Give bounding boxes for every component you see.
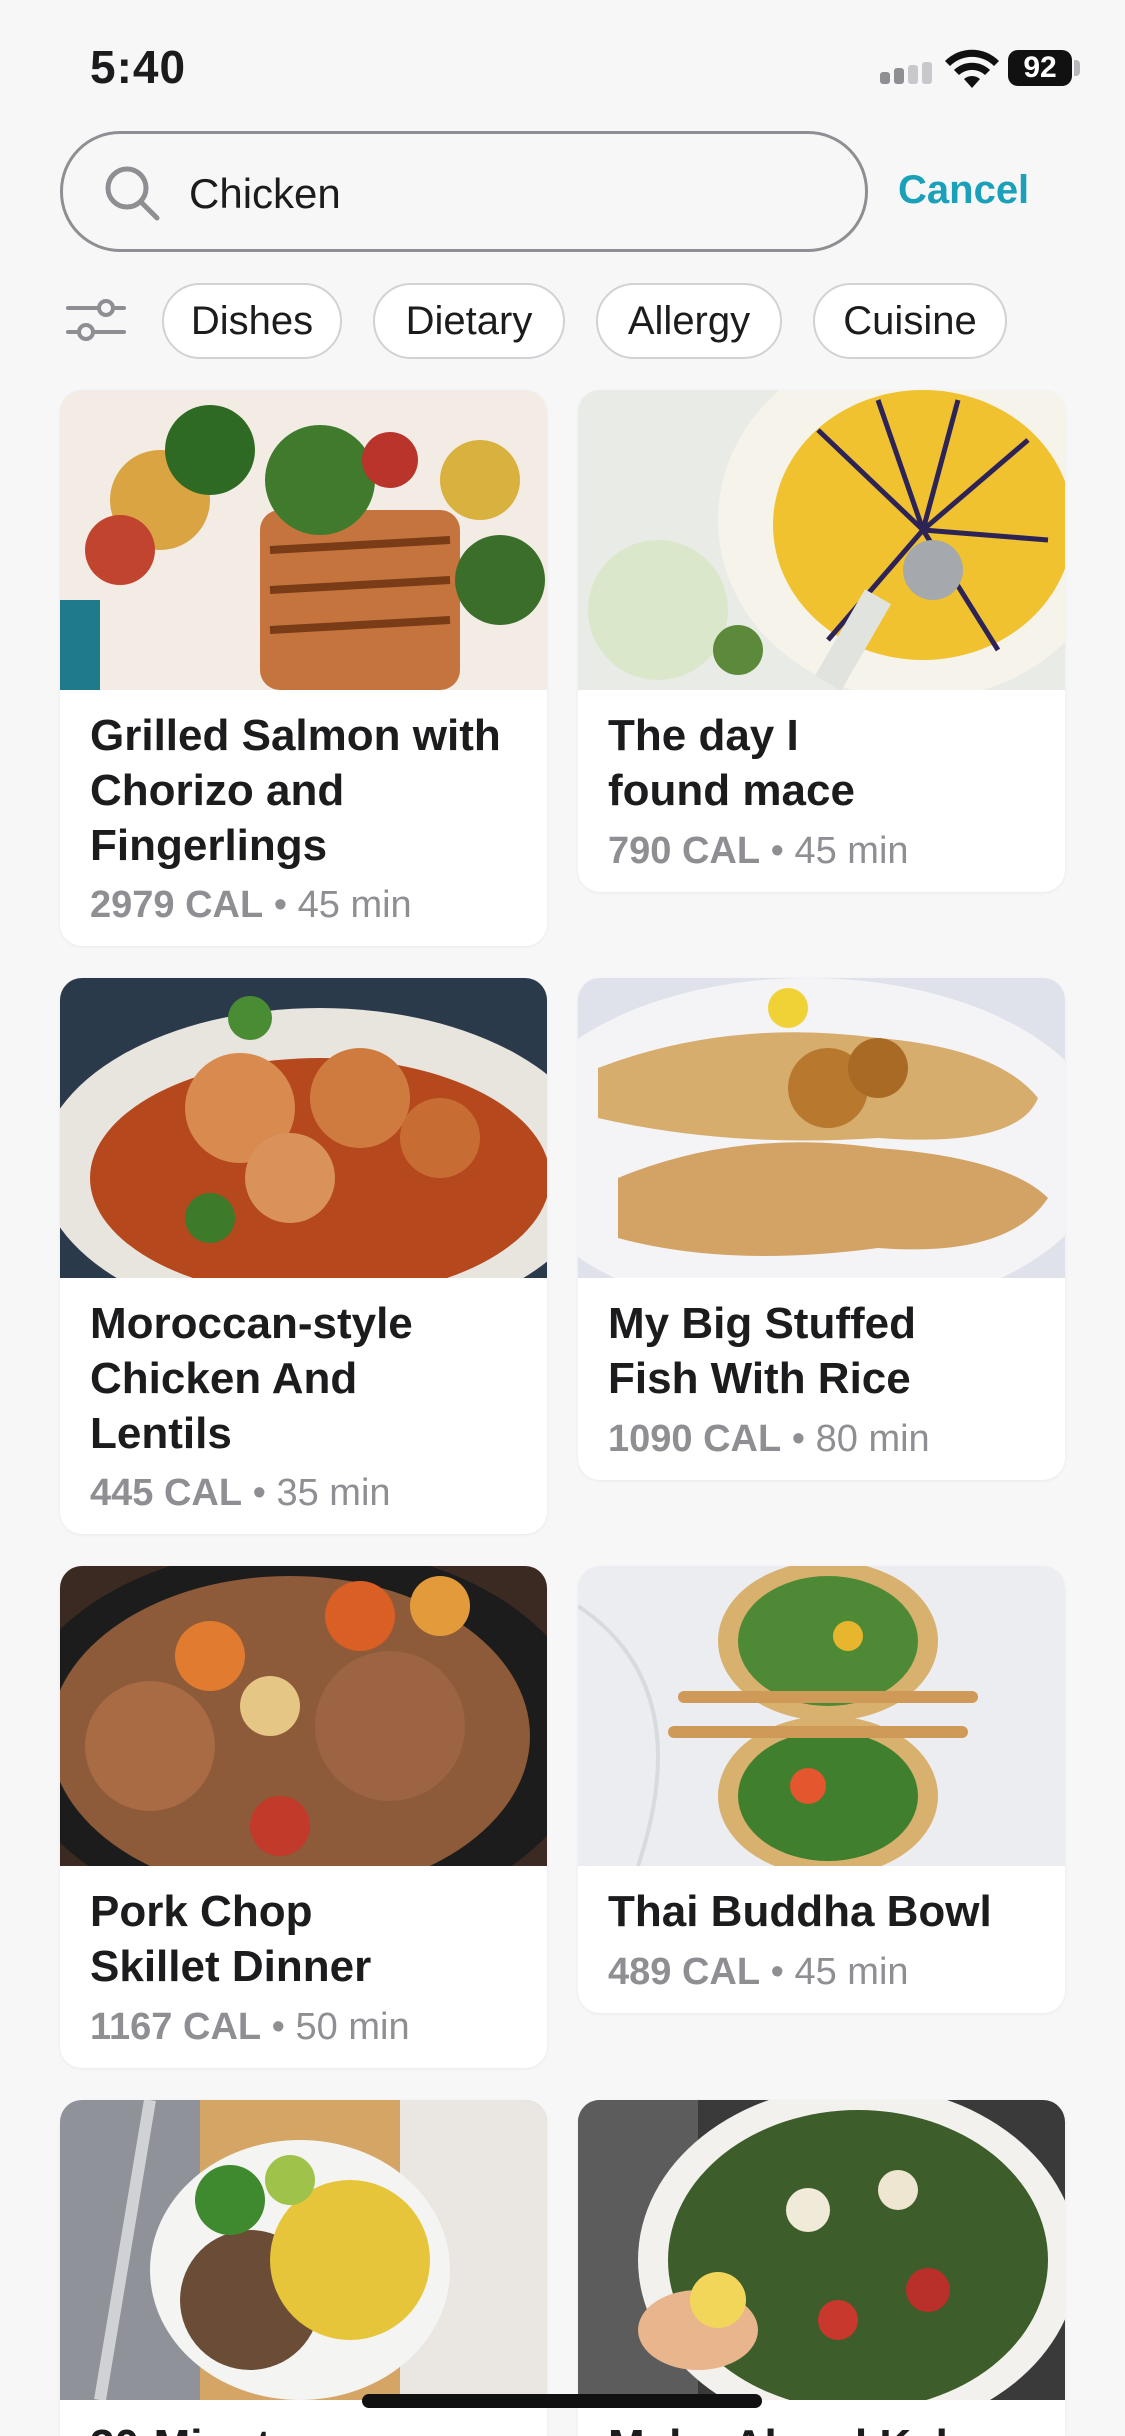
search-input[interactable]: Chicken	[60, 131, 868, 252]
meta-separator: •	[781, 1418, 816, 1460]
recipe-calories: 1090 CAL	[608, 1418, 782, 1460]
recipe-meta: 489 CAL • 45 min	[608, 1951, 909, 1994]
cellular-signal-icon	[880, 62, 932, 84]
recipe-calories: 790 CAL	[608, 830, 761, 872]
recipe-card[interactable]: Pork Chop Skillet Dinner 1167 CAL • 50 m…	[60, 1566, 547, 2068]
recipe-meta: 445 CAL • 35 min	[90, 1472, 391, 1515]
recipe-image	[578, 2100, 1065, 2400]
search-query-text[interactable]: Chicken	[189, 170, 341, 218]
recipe-card[interactable]: Moroccan-style Chicken And Lentils 445 C…	[60, 978, 547, 1534]
status-time: 5:40	[90, 41, 187, 93]
cancel-button[interactable]: Cancel	[898, 168, 1029, 213]
recipe-title: 30-Minute	[90, 2418, 530, 2436]
recipe-title: Thai Buddha Bowl	[608, 1887, 992, 1936]
recipe-card[interactable]: The day I found mace 790 CAL • 45 min	[578, 390, 1065, 892]
recipe-time: 45 min	[794, 830, 909, 872]
recipe-title: Grilled Salmon with Chorizo and Fingerli…	[90, 711, 501, 870]
recipe-meta: 2979 CAL • 45 min	[90, 884, 412, 927]
recipe-card[interactable]: Make-Ahead Kale	[578, 2100, 1065, 2436]
battery-icon: 92	[1008, 50, 1072, 86]
recipe-calories: 1167 CAL	[90, 2006, 262, 2048]
recipe-title: Make-Ahead Kale	[608, 2418, 1048, 2436]
recipe-time: 50 min	[295, 2006, 410, 2048]
filter-chip-cuisine[interactable]: Cuisine	[813, 283, 1007, 359]
recipe-card[interactable]: 30-Minute	[60, 2100, 547, 2436]
battery-tip	[1074, 60, 1080, 76]
recipe-card[interactable]: Grilled Salmon with Chorizo and Fingerli…	[60, 390, 547, 946]
meta-separator: •	[263, 884, 298, 926]
recipe-title: Pork Chop Skillet Dinner	[90, 1887, 372, 1991]
meta-separator: •	[261, 2006, 296, 2048]
meta-separator: •	[760, 1951, 795, 1993]
recipe-image	[578, 390, 1065, 690]
recipe-time: 45 min	[794, 1951, 909, 1993]
recipe-time: 45 min	[297, 884, 412, 926]
home-indicator[interactable]	[362, 2394, 762, 2408]
search-icon	[105, 166, 160, 221]
recipe-image	[60, 390, 547, 690]
meta-separator: •	[242, 1472, 277, 1514]
recipe-title: My Big Stuffed Fish With Rice	[608, 1299, 916, 1403]
recipe-title: Moroccan-style Chicken And Lentils	[90, 1299, 413, 1458]
filter-sliders-icon[interactable]	[66, 290, 126, 350]
wifi-icon	[945, 49, 999, 88]
recipe-image	[578, 1566, 1065, 1866]
recipe-meta: 790 CAL • 45 min	[608, 830, 909, 873]
recipe-card[interactable]: Thai Buddha Bowl 489 CAL • 45 min	[578, 1566, 1065, 2013]
recipe-time: 35 min	[276, 1472, 391, 1514]
recipe-time: 80 min	[815, 1418, 930, 1460]
status-bar: 5:40 92	[0, 0, 1125, 130]
recipe-image	[60, 978, 547, 1278]
filter-chip-dishes[interactable]: Dishes	[162, 283, 342, 359]
recipe-meta: 1090 CAL • 80 min	[608, 1418, 930, 1461]
recipe-image	[578, 978, 1065, 1278]
recipe-image	[60, 1566, 547, 1866]
recipe-title: The day I found mace	[608, 711, 855, 815]
recipe-calories: 445 CAL	[90, 1472, 243, 1514]
filter-chip-dietary[interactable]: Dietary	[373, 283, 565, 359]
recipe-card[interactable]: My Big Stuffed Fish With Rice 1090 CAL •…	[578, 978, 1065, 1480]
recipe-calories: 489 CAL	[608, 1951, 761, 1993]
recipe-calories: 2979 CAL	[90, 884, 264, 926]
filter-chip-allergy[interactable]: Allergy	[596, 283, 782, 359]
recipe-meta: 1167 CAL • 50 min	[90, 2006, 410, 2049]
meta-separator: •	[760, 830, 795, 872]
recipe-image	[60, 2100, 547, 2400]
